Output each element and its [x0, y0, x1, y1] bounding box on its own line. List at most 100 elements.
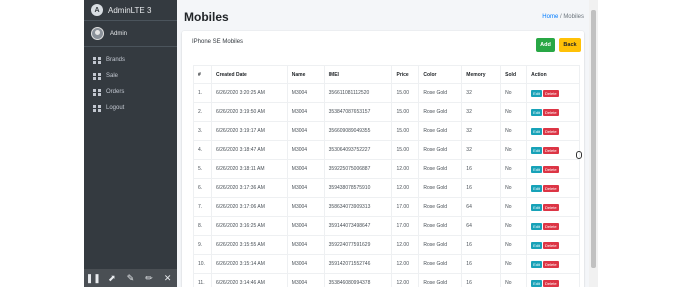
pointer-icon[interactable]: ⬈	[104, 273, 120, 284]
cell-imei: 358634073909313	[323, 197, 393, 217]
edit-button[interactable]: Edit	[531, 108, 542, 116]
cell-name: M3004	[286, 254, 325, 274]
cell-color: Rose Gold	[418, 140, 463, 160]
page-scrollbar[interactable]	[589, 0, 598, 287]
breadcrumb-home-link[interactable]: Home	[542, 14, 558, 20]
sidebar-item-logout[interactable]: Logout	[84, 100, 177, 116]
page-title: Mobiles	[184, 10, 229, 24]
edit-button[interactable]: Edit	[531, 203, 542, 211]
edit-button[interactable]: Edit	[531, 260, 542, 268]
cell-memory: 16	[461, 273, 502, 287]
mouse-cursor-icon	[576, 151, 582, 159]
cell-imei: 359142071552746	[323, 254, 393, 274]
edit-button[interactable]: Edit	[531, 279, 542, 287]
grid-icon	[93, 72, 101, 80]
mobiles-table: # Created Date Name IMEI Price Color Mem…	[193, 65, 580, 287]
delete-button[interactable]: Delete	[543, 222, 559, 230]
cell-name: M3004	[286, 159, 325, 179]
edit-button[interactable]: Edit	[531, 241, 542, 249]
delete-button[interactable]: Delete	[543, 165, 559, 173]
edit-button[interactable]: Edit	[531, 127, 542, 135]
scrollbar-thumb[interactable]	[591, 10, 596, 268]
column-header-memory[interactable]: Memory	[461, 65, 502, 84]
cell-memory: 64	[461, 216, 502, 236]
cell-imei: 359225075006887	[323, 159, 393, 179]
sidebar-item-brands[interactable]: Brands	[84, 52, 177, 68]
column-header-created-date[interactable]: Created Date	[210, 65, 288, 84]
delete-button[interactable]: Delete	[543, 108, 559, 116]
cell-created-date: 6/26/2020 3:17:06 AM	[210, 197, 288, 217]
edit-button[interactable]: Edit	[531, 89, 542, 97]
cell-created-date: 6/26/2020 3:15:14 AM	[210, 254, 288, 274]
cell-name: M3004	[286, 197, 325, 217]
brand-link[interactable]: A AdminLTE 3	[84, 0, 177, 21]
pause-icon[interactable]: ❚❚	[85, 273, 101, 284]
cell-number: 9.	[193, 235, 212, 255]
delete-button[interactable]: Delete	[543, 279, 559, 287]
edit-button[interactable]: Edit	[531, 165, 542, 173]
cell-action: Edit Delete	[526, 178, 580, 198]
column-header-sold[interactable]: Sold	[500, 65, 528, 84]
cell-price: 12.00	[391, 159, 420, 179]
sidebar-item-sale[interactable]: Sale	[84, 68, 177, 84]
breadcrumb: Home / Mobiles	[542, 14, 584, 20]
cell-name: M3004	[286, 178, 325, 198]
pen-icon[interactable]: ✎	[122, 273, 138, 284]
user-panel[interactable]: Admin	[84, 21, 177, 47]
delete-button[interactable]: Delete	[543, 203, 559, 211]
mobiles-card: IPhone SE Mobiles Add Back # Created Dat…	[182, 31, 584, 287]
cell-created-date: 6/26/2020 3:18:47 AM	[210, 140, 288, 160]
column-header-price[interactable]: Price	[391, 65, 420, 84]
column-header-color[interactable]: Color	[418, 65, 463, 84]
column-header-number[interactable]: #	[193, 65, 212, 84]
cell-number: 7.	[193, 197, 212, 217]
cell-number: 1.	[193, 83, 212, 103]
delete-button[interactable]: Delete	[543, 146, 559, 154]
sidebar-nav: Brands Sale Orders Logout	[84, 52, 177, 116]
cell-created-date: 6/26/2020 3:16:25 AM	[210, 216, 288, 236]
delete-button[interactable]: Delete	[543, 260, 559, 268]
cell-imei: 359438078575910	[323, 178, 393, 198]
delete-button[interactable]: Delete	[543, 127, 559, 135]
cell-memory: 32	[461, 102, 502, 122]
cell-sold: No	[500, 235, 528, 255]
edit-button[interactable]: Edit	[531, 184, 542, 192]
delete-button[interactable]: Delete	[543, 241, 559, 249]
column-header-imei[interactable]: IMEI	[323, 65, 393, 84]
cell-color: Rose Gold	[418, 197, 463, 217]
left-margin	[0, 0, 84, 287]
cell-price: 12.00	[391, 235, 420, 255]
cell-price: 15.00	[391, 140, 420, 160]
cell-number: 2.	[193, 102, 212, 122]
sidebar-item-orders[interactable]: Orders	[84, 84, 177, 100]
card-title: IPhone SE Mobiles	[192, 39, 244, 45]
highlighter-icon[interactable]: ✏	[141, 273, 157, 284]
delete-button[interactable]: Delete	[543, 184, 559, 192]
table-header-row: # Created Date Name IMEI Price Color Mem…	[193, 65, 580, 84]
sidebar-item-label: Orders	[106, 89, 125, 95]
close-icon[interactable]: ✕	[160, 273, 176, 284]
cell-name: M3004	[286, 102, 325, 122]
cell-action: Edit Delete	[526, 159, 580, 179]
edit-button[interactable]: Edit	[531, 222, 542, 230]
cell-color: Rose Gold	[418, 216, 463, 236]
delete-button[interactable]: Delete	[543, 89, 559, 97]
brand-logo-icon: A	[91, 4, 103, 16]
cell-number: 11.	[193, 273, 212, 287]
brand-name: AdminLTE 3	[108, 5, 152, 15]
column-header-name[interactable]: Name	[286, 65, 325, 84]
cell-memory: 32	[461, 121, 502, 141]
table-row: 6. 6/26/2020 3:17:36 AM M3004 3594380785759…	[193, 178, 580, 198]
edit-button[interactable]: Edit	[531, 146, 542, 154]
cell-number: 5.	[193, 159, 212, 179]
add-button[interactable]: Add	[536, 38, 555, 52]
cell-sold: No	[500, 102, 528, 122]
cell-action: Edit Delete	[526, 83, 580, 103]
cell-sold: No	[500, 178, 528, 198]
back-button[interactable]: Back	[559, 38, 581, 52]
cell-created-date: 6/26/2020 3:17:36 AM	[210, 178, 288, 198]
table-row: 5. 6/26/2020 3:18:11 AM M3004 3592250750068…	[193, 159, 580, 179]
cell-color: Rose Gold	[418, 254, 463, 274]
cell-color: Rose Gold	[418, 83, 463, 103]
cell-imei: 353064093752227	[323, 140, 393, 160]
